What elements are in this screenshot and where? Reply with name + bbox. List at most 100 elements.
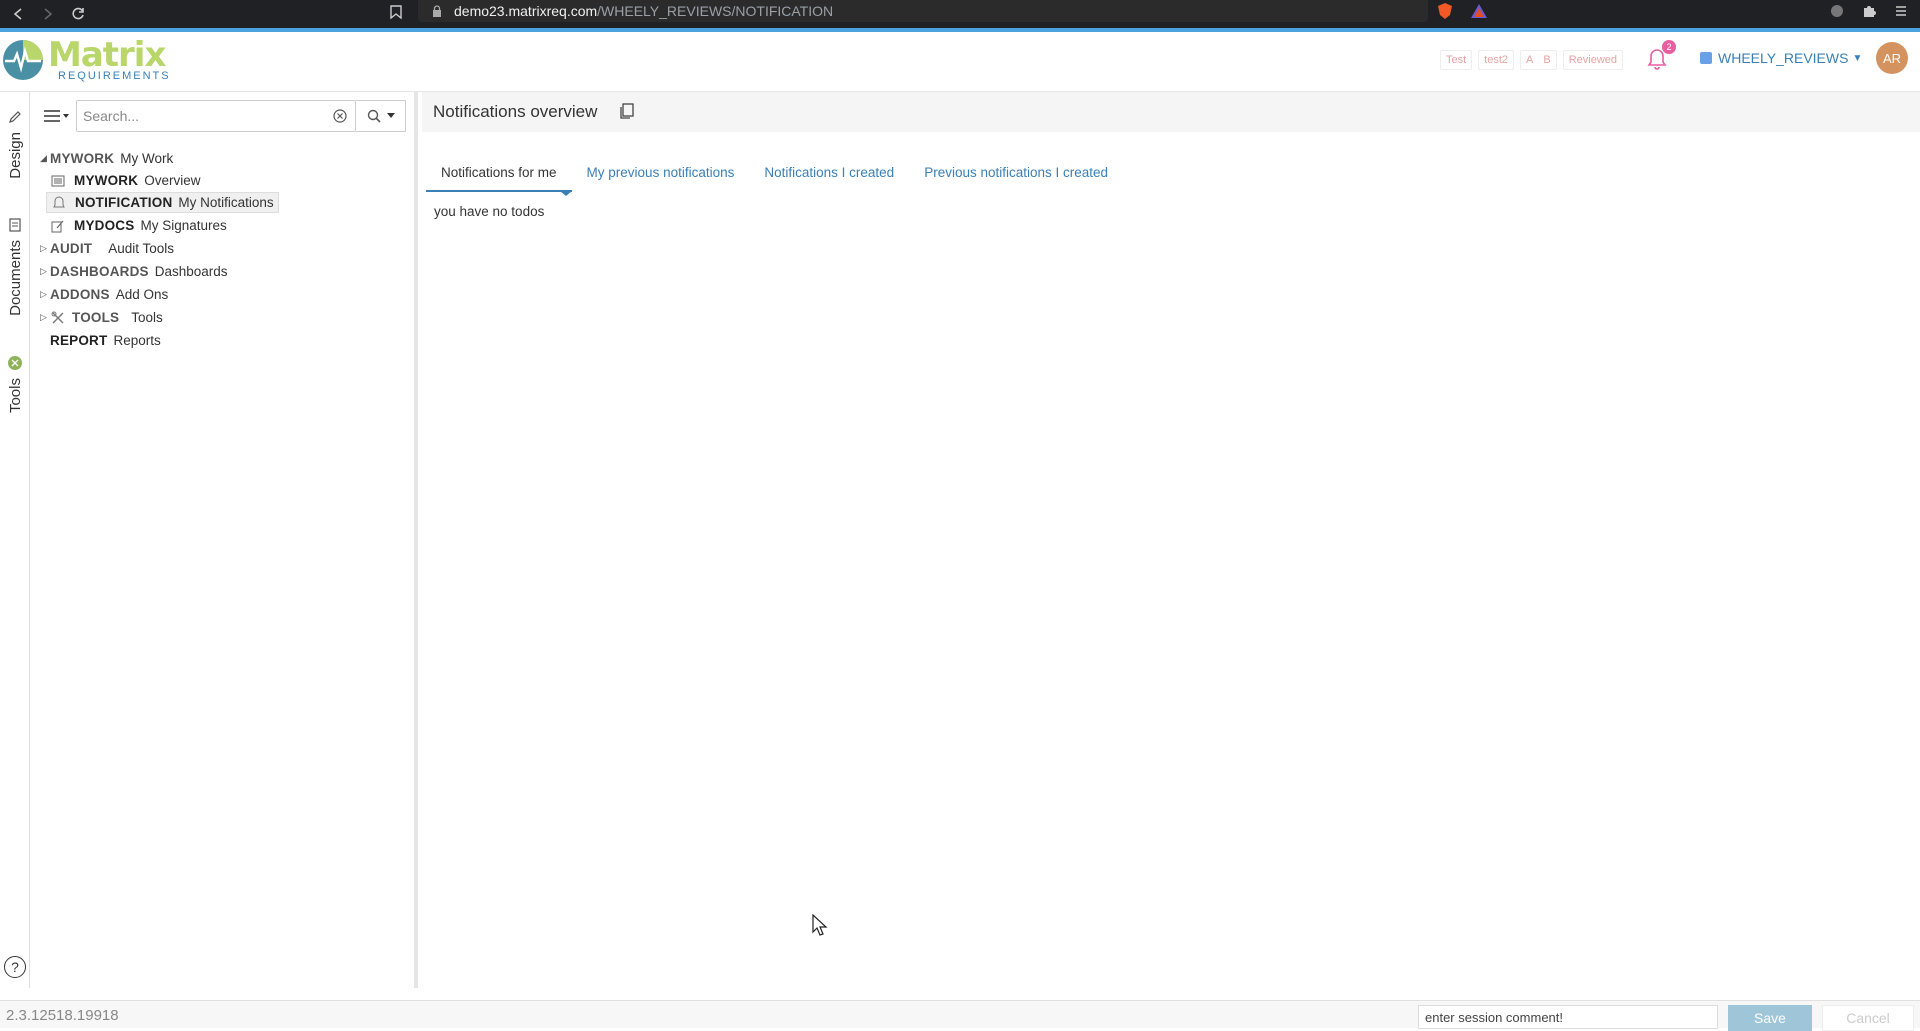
tree-item-key: TOOLS [72,310,120,325]
tag-reviewed[interactable]: Reviewed [1562,50,1624,70]
empty-message: you have no todos [434,204,545,219]
url-host: demo23.matrixreq.com [454,3,598,19]
tree-item-key: MYWORK [50,151,115,166]
tree-item-title: Reports [113,333,161,348]
help-icon[interactable]: ? [4,956,26,978]
copy-icon[interactable] [618,102,636,120]
wrench-icon [50,310,66,326]
caret-down-icon [386,113,395,118]
tree-item-key: AUDIT [50,241,93,256]
tree-item-key: DASHBOARDS [50,264,149,279]
tree-item-key: NOTIFICATION [75,195,173,210]
tools-icon [8,356,22,370]
tag-a[interactable]: A [1521,54,1538,66]
project-name: WHEELY_REVIEWS [1718,50,1849,66]
url-path: /WHEELY_REVIEWS/NOTIFICATION [597,3,834,19]
clear-icon[interactable] [333,109,347,123]
tree-item-title: Tools [131,310,163,325]
tree-item-mywork[interactable]: ◢ MYWORK My Work [40,148,173,169]
document-icon [9,218,21,232]
tree-item-key: ADDONS [50,287,110,302]
footer: 2.3.12518.19918 Save Cancel [0,1000,1920,1031]
tag-test[interactable]: Test [1440,50,1473,70]
tree-item-dashboards[interactable]: ▷ DASHBOARDS Dashboards [40,261,228,282]
tab-design[interactable]: Design [0,110,30,179]
tab-tools[interactable]: Tools [0,356,30,413]
save-button[interactable]: Save [1728,1005,1812,1031]
notification-tabs: Notifications for me My previous notific… [426,162,1123,196]
forward-icon[interactable] [36,2,60,26]
tree-item-title: My Work [120,151,174,166]
tab-documents[interactable]: Documents [0,218,30,316]
page-title: Notifications overview [433,102,598,121]
tree-item-mydocs[interactable]: MYDOCS My Signatures [50,215,227,236]
collapsed-arrow-icon[interactable]: ▷ [40,312,50,323]
tree-item-addons[interactable]: ▷ ADDONS Add Ons [40,284,168,305]
logo-sub: REQUIREMENTS [58,70,171,82]
tree-item-tools[interactable]: ▷ TOOLS Tools [40,307,163,328]
tree-item-title: Overview [144,173,201,188]
expanded-arrow-icon[interactable]: ◢ [40,153,50,164]
tab-design-label: Design [6,132,24,179]
mouse-cursor-icon [812,914,828,936]
project-selector[interactable]: WHEELY_REVIEWS ▼ [1700,50,1862,66]
collapsed-arrow-icon[interactable]: ▷ [40,289,50,300]
main-panel: Notifications overview Notifications for… [422,92,1920,988]
tree-item-title: My Notifications [178,195,274,210]
tag-b[interactable]: B [1538,54,1555,66]
logo-word: Matrix [48,35,166,75]
search-input[interactable] [77,101,317,131]
tree-item-title: My Signatures [140,218,227,233]
collapsed-arrow-icon[interactable]: ▷ [40,266,50,277]
tag-group-ab[interactable]: A B [1520,50,1557,70]
tree-item-key: MYDOCS [74,218,135,233]
tree-item-key: REPORT [50,333,108,348]
tree-panel: ◢ MYWORK My Work MYWORK Overview NOTIFIC… [30,92,418,988]
address-bar[interactable]: demo23.matrixreq.com/WHEELY_REVIEWS/NOTI… [418,0,1428,22]
back-icon[interactable] [6,2,30,26]
hamburger-icon [44,110,69,122]
extensions-icon[interactable] [1828,2,1846,20]
tree-item-overview[interactable]: MYWORK Overview [50,170,200,191]
version-label: 2.3.12518.19918 [6,1007,119,1024]
search-button[interactable] [356,100,406,132]
matrix-logo[interactable]: Matrix REQUIREMENTS [2,38,171,82]
main-header: Notifications overview [422,92,1920,132]
tree-item-notification[interactable]: NOTIFICATION My Notifications [46,192,279,213]
tab-tools-label: Tools [6,378,24,414]
lock-icon [432,5,442,17]
session-comment-input[interactable] [1418,1005,1718,1029]
tab-notifications-for-me[interactable]: Notifications for me [426,162,572,196]
signature-icon [50,218,66,234]
search-icon [367,109,381,123]
app-header: Matrix REQUIREMENTS Test test2 A B Revie… [0,32,1920,92]
reload-icon[interactable] [66,2,90,26]
menu-icon[interactable] [1892,2,1910,20]
list-icon [50,173,66,189]
puzzle-icon[interactable] [1860,2,1878,20]
tree-item-key: MYWORK [74,173,139,188]
notification-badge: 2 [1662,40,1676,54]
tree-menu-button[interactable] [40,102,72,130]
brave-shield-icon[interactable] [1436,2,1454,20]
cancel-button[interactable]: Cancel [1822,1005,1914,1031]
tree-item-audit[interactable]: ▷ AUDIT Audit Tools [40,238,174,259]
tab-previous-notifications-i-created[interactable]: Previous notifications I created [909,162,1123,192]
tree-item-report[interactable]: REPORT Reports [50,330,161,351]
tag-test2[interactable]: test2 [1478,50,1515,70]
project-color-icon [1700,52,1712,64]
tab-notifications-i-created[interactable]: Notifications I created [749,162,909,192]
search-box [76,100,356,132]
tab-documents-label: Documents [6,240,24,316]
vertical-tabs: Design Documents Tools [0,92,30,988]
brave-rewards-icon[interactable] [1470,2,1488,20]
pencil-icon [9,111,21,123]
avatar[interactable]: AR [1876,42,1908,74]
tree-item-title: Dashboards [154,264,228,279]
tab-my-previous-notifications[interactable]: My previous notifications [572,162,750,192]
bell-outline-icon [51,195,67,211]
bookmark-icon[interactable] [386,2,406,22]
collapsed-arrow-icon[interactable]: ▷ [40,243,50,254]
tree-item-title: Audit Tools [108,241,175,256]
tree-item-title: Add Ons [115,287,169,302]
